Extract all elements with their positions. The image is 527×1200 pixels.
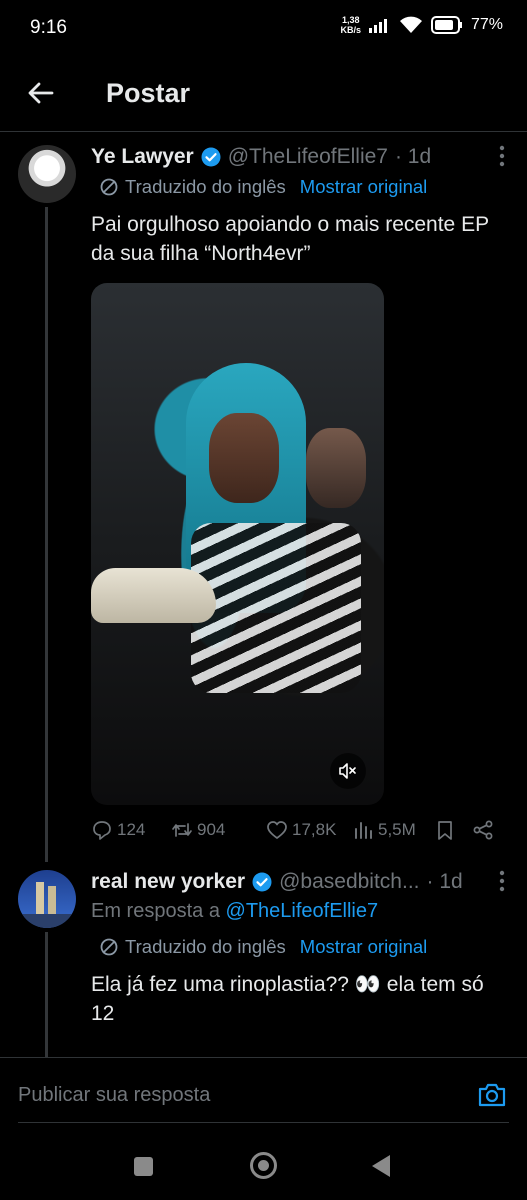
twin-towers-icon	[18, 882, 76, 928]
avatar[interactable]	[18, 145, 76, 203]
avatar[interactable]	[18, 870, 76, 928]
share-icon	[473, 820, 493, 840]
network-speed-value: 1,38	[341, 15, 360, 25]
home-icon[interactable]	[250, 1152, 277, 1179]
speaker-muted-icon	[339, 763, 356, 779]
translate-icon	[100, 178, 118, 196]
reply-mention-link[interactable]: @TheLifeofEllie7	[226, 900, 379, 922]
back-triangle-icon[interactable]	[372, 1155, 390, 1177]
retweet-icon	[172, 823, 192, 837]
signal-icon	[368, 19, 387, 33]
retweet-count: 904	[197, 820, 226, 839]
reply-context: Em resposta a @TheLifeofEllie7	[91, 900, 378, 923]
tweet-text: Pai orgulhoso apoiando o mais recente EP…	[91, 213, 489, 265]
video-subject-face	[209, 413, 279, 503]
tweet-actions: 124 904 17,8K 5,5M	[91, 819, 501, 841]
handle[interactable]: @TheLifeofEllie7	[228, 145, 388, 169]
tweet-video[interactable]	[91, 283, 384, 805]
timestamp: · 1d	[394, 145, 432, 168]
show-original-link[interactable]: Mostrar original	[300, 176, 428, 198]
video-subject-shirt	[191, 523, 361, 693]
reply-icon	[93, 821, 111, 840]
back-arrow-icon[interactable]	[26, 78, 56, 108]
translate-icon	[100, 938, 118, 956]
page-title: Postar	[106, 78, 191, 108]
reply-composer: Publicar sua resposta	[0, 1057, 527, 1127]
status-icons: 1,38 KB/s 77%	[340, 15, 503, 35]
reply-count: 124	[117, 820, 146, 839]
network-speed-unit: KB/s	[340, 25, 361, 35]
heart-icon	[267, 821, 287, 839]
input-underline	[18, 1122, 509, 1123]
reply-header: real new yorker @basedbitch... · 1d	[91, 870, 463, 894]
more-options-icon[interactable]	[499, 870, 505, 898]
reply-button[interactable]: 124	[91, 819, 171, 841]
system-navigation-bar	[0, 1127, 527, 1200]
like-button[interactable]: 17,8K	[266, 819, 352, 841]
wifi-icon	[399, 16, 422, 33]
recent-apps-icon[interactable]	[134, 1157, 153, 1176]
bookmark-icon	[438, 821, 452, 840]
video-shoe	[91, 568, 216, 623]
views-button[interactable]: 5,5M	[352, 819, 434, 841]
battery-percent: 77%	[470, 16, 503, 33]
status-bar: 9:16 1,38 KB/s 77%	[0, 0, 527, 60]
verified-badge-icon	[201, 147, 221, 167]
mute-button[interactable]	[330, 753, 366, 789]
display-name[interactable]: real new yorker	[91, 870, 245, 894]
thread-connector-line	[45, 207, 48, 862]
reply-prefix: Em resposta a	[91, 900, 220, 922]
battery-icon	[430, 16, 462, 34]
camera-icon[interactable]	[477, 1080, 507, 1110]
share-button[interactable]	[472, 819, 494, 841]
display-name[interactable]: Ye Lawyer	[91, 145, 194, 169]
verified-badge-icon	[252, 872, 272, 892]
reply-text: Ela já fez uma rinoplastia?? 👀 ela tem s…	[91, 973, 484, 1025]
translation-row: Traduzido do inglês Mostrar original	[99, 936, 427, 958]
retweet-button[interactable]: 904	[171, 819, 266, 841]
translation-row: Traduzido do inglês Mostrar original	[99, 176, 427, 198]
show-original-link[interactable]: Mostrar original	[300, 936, 428, 958]
timestamp: · 1d	[426, 870, 463, 893]
network-speed: 1,38 KB/s	[340, 15, 361, 35]
translated-label: Traduzido do inglês	[125, 936, 286, 957]
views-count: 5,5M	[378, 820, 416, 839]
thread-connector-line	[45, 932, 48, 1057]
bookmark-button[interactable]	[434, 819, 472, 841]
video-background-person	[306, 428, 366, 508]
handle[interactable]: @basedbitch...	[279, 870, 419, 894]
reply-input[interactable]: Publicar sua resposta	[18, 1084, 210, 1107]
more-options-icon[interactable]	[499, 145, 505, 173]
translated-label: Traduzido do inglês	[125, 176, 286, 197]
like-count: 17,8K	[292, 820, 337, 839]
top-app-bar: Postar	[0, 60, 527, 132]
views-chart-icon	[355, 822, 372, 839]
status-time: 9:16	[30, 17, 67, 38]
tweet-header: Ye Lawyer @TheLifeofEllie7 · 1d	[91, 145, 431, 169]
